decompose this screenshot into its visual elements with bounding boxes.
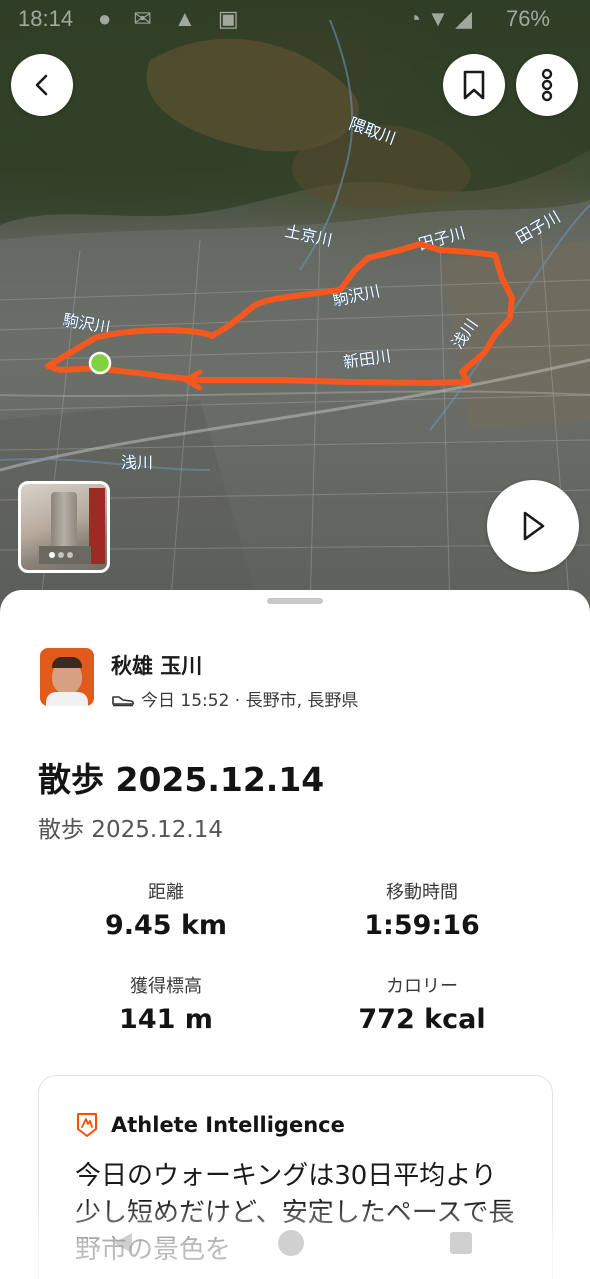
route-map[interactable]: 隈取川 土京川 田子川 駒沢川 駒沢川 浅川 新田川 浅川 田子川 18:14 … xyxy=(0,0,590,610)
bookmark-icon xyxy=(463,70,485,100)
nav-home-icon[interactable] xyxy=(278,1230,304,1256)
avatar[interactable] xyxy=(40,648,94,706)
stat-distance: 距離 9.45 km xyxy=(56,878,276,941)
sheet-drag-handle[interactable] xyxy=(267,598,323,604)
activity-meta: 今日 15:52 · 長野市, 長野県 xyxy=(111,686,358,711)
play-icon xyxy=(523,511,545,541)
notification-icons: ● ✉ ▲ ▣ xyxy=(98,6,247,31)
stat-moving-time: 移動時間 1:59:16 xyxy=(312,878,532,941)
stat-value: 9.45 km xyxy=(104,910,228,941)
stat-label: カロリー xyxy=(386,976,458,997)
signal-icons: ◔ ▼ ◢ xyxy=(407,6,472,31)
chevron-left-icon xyxy=(35,74,48,96)
play-flyover-button[interactable] xyxy=(487,480,579,572)
athlete-intelligence-header: Athlete Intelligence xyxy=(75,1112,345,1138)
status-bar: 18:14 ● ✉ ▲ ▣ ◔ ▼ ◢ 76% xyxy=(0,0,590,40)
stat-value: 772 kcal xyxy=(358,1004,486,1035)
athlete-intelligence-icon xyxy=(77,1113,97,1137)
bookmark-button[interactable] xyxy=(443,54,505,116)
activity-title: 散歩 2025.12.14 xyxy=(38,760,325,799)
battery-level: 76% xyxy=(505,6,550,31)
stat-value: 1:59:16 xyxy=(364,910,480,941)
more-options-button[interactable] xyxy=(516,54,578,116)
stat-value: 141 m xyxy=(119,1004,213,1035)
system-navigation-bar xyxy=(0,1222,590,1262)
nav-recents-icon[interactable] xyxy=(450,1232,472,1254)
stat-elevation-gain: 獲得標高 141 m xyxy=(56,972,276,1035)
river-label: 浅川 xyxy=(121,454,153,472)
stat-label: 距離 xyxy=(148,882,184,903)
stat-label: 移動時間 xyxy=(386,882,458,903)
more-vertical-icon xyxy=(541,68,553,102)
athlete-intelligence-title: Athlete Intelligence xyxy=(111,1113,345,1137)
photo-pager-dots xyxy=(49,552,73,558)
activity-detail-sheet: 秋雄 玉川 今日 15:52 · 長野市, 長野県 散歩 2025.12.14 … xyxy=(0,590,590,1279)
athlete-name[interactable]: 秋雄 玉川 xyxy=(111,650,202,680)
activity-description: 散歩 2025.12.14 xyxy=(38,817,223,843)
status-time: 18:14 xyxy=(18,6,74,31)
start-marker xyxy=(88,351,112,375)
nav-back-icon[interactable] xyxy=(110,1230,136,1256)
activity-meta-text: 今日 15:52 · 長野市, 長野県 xyxy=(141,691,359,711)
stat-calories: カロリー 772 kcal xyxy=(312,972,532,1035)
shoe-icon xyxy=(112,695,134,706)
activity-photo-thumbnail[interactable] xyxy=(18,481,110,573)
back-button[interactable] xyxy=(11,54,73,116)
stat-label: 獲得標高 xyxy=(130,976,202,997)
